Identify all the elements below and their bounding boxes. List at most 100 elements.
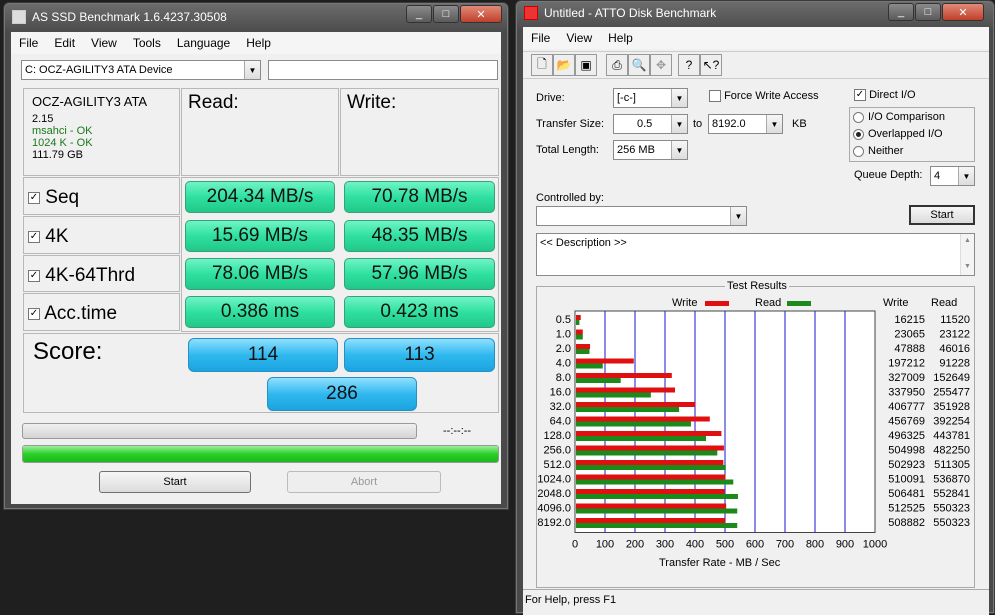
menu-help[interactable]: Help xyxy=(238,36,279,50)
x-tick-label: 100 xyxy=(596,539,614,551)
read-value-label: 482250 xyxy=(933,445,970,457)
menu-file[interactable]: File xyxy=(11,36,46,50)
transfer-from-select[interactable]: 0.5 ▼ xyxy=(613,114,688,134)
description-field[interactable]: << Description >> ▲ ▼ xyxy=(536,233,975,276)
write-value-label: 406777 xyxy=(888,401,925,413)
4k-write-value: 48.35 MB/s xyxy=(344,220,495,252)
description-scrollbar[interactable]: ▲ ▼ xyxy=(960,234,974,275)
acctime-label: Acc.time xyxy=(44,303,118,324)
read-value-label: 11520 xyxy=(940,314,970,326)
4k-read-value: 15.69 MB/s xyxy=(185,220,335,252)
start-button[interactable]: Start xyxy=(99,471,251,493)
maximize-button[interactable]: □ xyxy=(433,5,459,23)
neither-option[interactable]: Neither xyxy=(853,145,903,157)
read-value-label: 91228 xyxy=(939,358,970,370)
transfer-from-value: 0.5 xyxy=(637,118,653,130)
seq-checkbox[interactable]: ✓ xyxy=(28,191,40,204)
firmware-version: 2.15 xyxy=(32,113,54,125)
force-write-checkbox[interactable] xyxy=(709,90,721,103)
y-category-label: 16.0 xyxy=(550,387,571,399)
print-icon[interactable]: ⎙ xyxy=(606,54,628,76)
controlled-by-select[interactable]: ▼ xyxy=(536,206,747,226)
drive-label: Drive: xyxy=(536,92,565,104)
asssd-title: AS SSD Benchmark 1.6.4237.30508 xyxy=(32,10,227,24)
x-tick-label: 0 xyxy=(572,539,578,551)
menu-language[interactable]: Language xyxy=(169,36,238,50)
write-bar xyxy=(576,402,696,407)
move-icon[interactable]: ✥ xyxy=(650,54,672,76)
total-length-select[interactable]: 256 MB ▼ xyxy=(613,140,688,160)
y-category-label: 64.0 xyxy=(550,416,571,428)
y-category-label: 2.0 xyxy=(556,343,571,355)
abort-button[interactable]: Abort xyxy=(287,471,441,493)
menu-tools[interactable]: Tools xyxy=(125,36,169,50)
y-category-label: 4096.0 xyxy=(537,503,571,515)
app-icon xyxy=(524,6,538,20)
queue-depth-select[interactable]: 4 ▼ xyxy=(930,166,975,186)
new-file-icon[interactable]: 🗋 xyxy=(531,54,553,76)
read-value-label: 23122 xyxy=(939,329,970,341)
acctime-checkbox[interactable]: ✓ xyxy=(28,307,40,320)
write-header-cell: Write: xyxy=(340,88,499,176)
io-comparison-radio[interactable] xyxy=(853,111,864,123)
transfer-to-select[interactable]: 8192.0 ▼ xyxy=(708,114,783,134)
menu-view[interactable]: View xyxy=(558,31,600,45)
read-bar xyxy=(576,378,621,383)
y-category-label: 0.5 xyxy=(556,314,571,326)
device-value: C: OCZ-AGILITY3 ATA Device xyxy=(25,64,173,76)
driver-status: msahci - OK xyxy=(32,125,93,137)
chevron-down-icon: ▼ xyxy=(671,115,687,133)
x-tick-label: 500 xyxy=(716,539,734,551)
menu-view[interactable]: View xyxy=(83,36,125,50)
neither-radio[interactable] xyxy=(853,145,864,157)
x-tick-label: 600 xyxy=(746,539,764,551)
overlapped-radio[interactable] xyxy=(853,128,864,140)
row-seq: ✓ Seq xyxy=(23,177,180,215)
close-button[interactable]: ✕ xyxy=(942,3,984,21)
maximize-button[interactable]: □ xyxy=(915,3,941,21)
device-extra-field[interactable] xyxy=(268,60,498,80)
chevron-down-icon: ▼ xyxy=(766,115,782,133)
y-category-label: 2048.0 xyxy=(537,488,571,500)
menu-file[interactable]: File xyxy=(523,31,558,45)
4k64-label: 4K-64Thrd xyxy=(45,265,136,286)
write-bar xyxy=(576,460,724,465)
read-value-label: 536870 xyxy=(933,474,970,486)
force-write-option[interactable]: Force Write Access xyxy=(709,90,819,103)
direct-io-checkbox[interactable]: ✓ xyxy=(854,89,866,102)
menu-help[interactable]: Help xyxy=(600,31,641,45)
atto-menubar: File View Help xyxy=(523,27,989,49)
direct-io-option[interactable]: ✓ Direct I/O xyxy=(854,89,916,102)
minimize-button[interactable]: _ xyxy=(888,3,914,21)
overlapped-option[interactable]: Overlapped I/O xyxy=(853,128,943,140)
atto-title: Untitled - ATTO Disk Benchmark xyxy=(544,6,717,20)
print-preview-icon[interactable]: 🔍 xyxy=(628,54,650,76)
chevron-down-icon: ▼ xyxy=(958,167,974,185)
read-value-label: 392254 xyxy=(933,416,970,428)
write-bar xyxy=(576,489,725,494)
read-bar xyxy=(576,407,680,412)
write-bar xyxy=(576,315,581,320)
minimize-button[interactable]: _ xyxy=(406,5,432,23)
asssd-client: File Edit View Tools Language Help C: OC… xyxy=(11,32,501,504)
total-length-label: Total Length: xyxy=(536,144,599,156)
write-value-label: 456769 xyxy=(888,416,925,428)
io-comparison-option[interactable]: I/O Comparison xyxy=(853,111,945,123)
close-button[interactable]: ✕ xyxy=(460,5,502,23)
atto-start-button[interactable]: Start xyxy=(909,205,975,225)
y-category-label: 32.0 xyxy=(550,401,571,413)
menu-edit[interactable]: Edit xyxy=(46,36,83,50)
drive-value: [-c-] xyxy=(617,92,636,104)
4k-checkbox[interactable]: ✓ xyxy=(28,230,40,243)
device-select[interactable]: C: OCZ-AGILITY3 ATA Device ▼ xyxy=(21,60,261,80)
open-folder-icon[interactable]: 📂 xyxy=(553,54,575,76)
read-bar xyxy=(576,436,707,441)
y-category-label: 1.0 xyxy=(556,329,571,341)
write-bar xyxy=(576,344,591,349)
4k64-checkbox[interactable]: ✓ xyxy=(28,269,40,282)
drive-select[interactable]: [-c-] ▼ xyxy=(613,88,688,108)
context-help-icon[interactable]: ↖? xyxy=(700,54,722,76)
atto-client: File View Help 🗋 📂 ▣ ⎙ 🔍 ✥ ? ↖? Drive: [… xyxy=(523,27,989,615)
help-icon[interactable]: ? xyxy=(678,54,700,76)
save-icon[interactable]: ▣ xyxy=(575,54,597,76)
